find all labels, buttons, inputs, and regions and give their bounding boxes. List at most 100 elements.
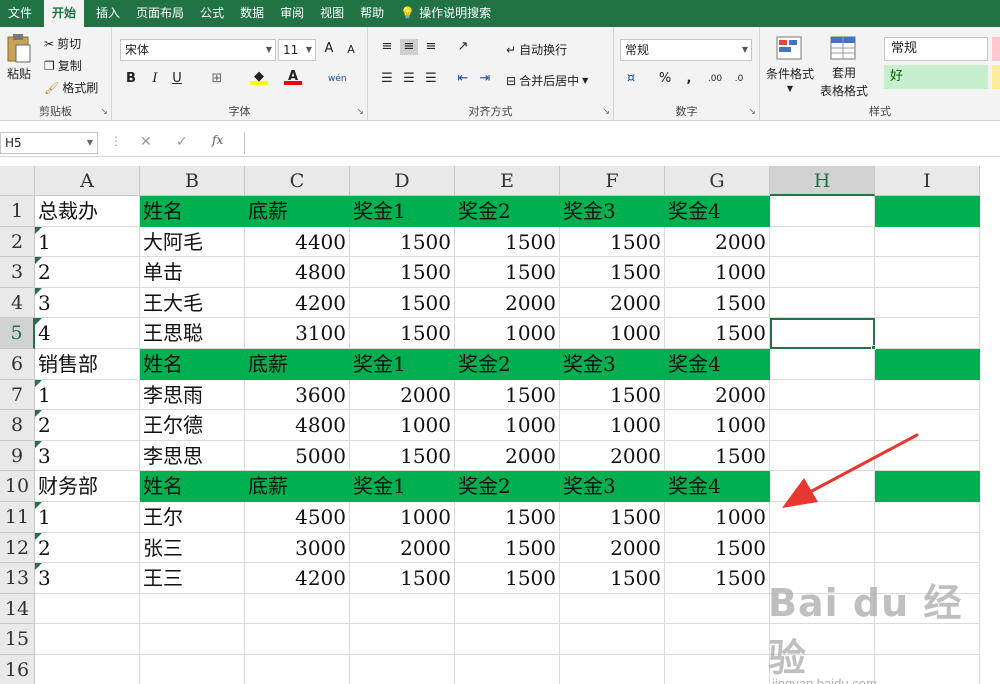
cell-G5[interactable]: 1500 — [665, 318, 770, 349]
cell-A12[interactable]: 2 — [35, 532, 140, 564]
wrap-text-button[interactable]: ↵ 自动换行 — [506, 41, 567, 58]
cell-C10[interactable]: 底薪 — [245, 471, 350, 502]
cell-H3[interactable] — [770, 257, 875, 288]
cell-E16[interactable] — [455, 655, 560, 684]
cell-G7[interactable]: 2000 — [665, 379, 770, 411]
cancel-icon[interactable]: ✕ — [140, 134, 152, 150]
style-good[interactable]: 好 — [884, 65, 988, 89]
column-header-H[interactable]: H — [770, 166, 875, 196]
cell-C6[interactable]: 底薪 — [245, 349, 350, 380]
alignment-launcher-icon[interactable]: ↘ — [602, 107, 610, 117]
row-header-5[interactable]: 5 — [0, 318, 35, 349]
cell-G14[interactable] — [665, 593, 770, 625]
cell-E14[interactable] — [455, 593, 560, 625]
cell-B3[interactable]: 单击 — [140, 257, 245, 288]
cell-G8[interactable]: 1000 — [665, 410, 770, 441]
row-header-12[interactable]: 12 — [0, 532, 35, 564]
cell-I4[interactable] — [875, 287, 980, 319]
orientation-icon[interactable]: ↗ — [454, 39, 472, 55]
percent-button[interactable]: % — [656, 71, 674, 87]
cell-F9[interactable]: 2000 — [560, 440, 665, 472]
ribbon-tab-5[interactable]: 数据 — [232, 0, 272, 27]
cell-C12[interactable]: 3000 — [245, 532, 350, 564]
cell-E4[interactable]: 2000 — [455, 287, 560, 319]
cell-A15[interactable] — [35, 624, 140, 655]
cell-B13[interactable]: 王三 — [140, 563, 245, 594]
italic-button[interactable]: I — [146, 71, 164, 87]
insert-function-button[interactable]: fx — [212, 133, 223, 147]
column-header-G[interactable]: G — [665, 166, 770, 196]
cell-F15[interactable] — [560, 624, 665, 655]
column-header-C[interactable]: C — [245, 166, 350, 196]
style-neutral-swatch[interactable] — [992, 65, 1000, 89]
bold-button[interactable]: B — [122, 71, 140, 87]
style-normal[interactable]: 常规 — [884, 37, 988, 61]
row-header-10[interactable]: 10 — [0, 471, 35, 502]
cell-H4[interactable] — [770, 287, 875, 319]
cell-G2[interactable]: 2000 — [665, 226, 770, 258]
ribbon-tab-9[interactable]: 💡 操作说明搜索 — [392, 0, 499, 27]
select-all-corner[interactable] — [0, 166, 35, 196]
column-header-E[interactable]: E — [455, 166, 560, 196]
cell-F5[interactable]: 1000 — [560, 318, 665, 349]
column-header-F[interactable]: F — [560, 166, 665, 196]
cell-H7[interactable] — [770, 379, 875, 411]
number-format-select[interactable]: 常规 ▼ — [620, 39, 752, 61]
align-top-icon[interactable]: ≡ — [378, 39, 396, 55]
align-right-icon[interactable]: ☰ — [422, 71, 440, 87]
cell-E5[interactable]: 1000 — [455, 318, 560, 349]
cell-C16[interactable] — [245, 655, 350, 684]
conditional-formatting-button[interactable]: 条件格式 ▼ — [766, 35, 814, 93]
cell-A3[interactable]: 2 — [35, 257, 140, 288]
cell-C11[interactable]: 4500 — [245, 502, 350, 533]
cell-H5[interactable] — [770, 318, 875, 349]
cell-D8[interactable]: 1000 — [350, 410, 455, 441]
row-header-13[interactable]: 13 — [0, 563, 35, 594]
row-header-4[interactable]: 4 — [0, 287, 35, 319]
ribbon-tab-6[interactable]: 审阅 — [272, 0, 312, 27]
cell-D11[interactable]: 1000 — [350, 502, 455, 533]
row-header-11[interactable]: 11 — [0, 502, 35, 533]
grow-font-button[interactable]: A — [320, 41, 338, 57]
cell-B16[interactable] — [140, 655, 245, 684]
cell-C7[interactable]: 3600 — [245, 379, 350, 411]
cell-B8[interactable]: 王尔德 — [140, 410, 245, 441]
clipboard-launcher-icon[interactable]: ↘ — [100, 107, 108, 117]
cell-B6[interactable]: 姓名 — [140, 349, 245, 380]
cell-D14[interactable] — [350, 593, 455, 625]
merge-center-button[interactable]: ⊟ 合并后居中 ▼ — [506, 72, 588, 89]
cell-B14[interactable] — [140, 593, 245, 625]
cell-A14[interactable] — [35, 593, 140, 625]
row-header-15[interactable]: 15 — [0, 624, 35, 655]
ribbon-tab-7[interactable]: 视图 — [312, 0, 352, 27]
cell-D10[interactable]: 奖金1 — [350, 471, 455, 502]
cell-F8[interactable]: 1000 — [560, 410, 665, 441]
cell-D6[interactable]: 奖金1 — [350, 349, 455, 380]
cell-D13[interactable]: 1500 — [350, 563, 455, 594]
cell-C8[interactable]: 4800 — [245, 410, 350, 441]
cell-E15[interactable] — [455, 624, 560, 655]
column-header-A[interactable]: A — [35, 166, 140, 196]
cell-F3[interactable]: 1500 — [560, 257, 665, 288]
cell-B2[interactable]: 大阿毛 — [140, 226, 245, 258]
cell-F12[interactable]: 2000 — [560, 532, 665, 564]
row-header-1[interactable]: 1 — [0, 196, 35, 227]
cell-C15[interactable] — [245, 624, 350, 655]
cell-G11[interactable]: 1000 — [665, 502, 770, 533]
cell-A11[interactable]: 1 — [35, 502, 140, 533]
cell-G9[interactable]: 1500 — [665, 440, 770, 472]
phonetic-guide-button[interactable]: wén — [328, 71, 347, 87]
cell-D15[interactable] — [350, 624, 455, 655]
copy-button[interactable]: ❐ 复制 — [44, 57, 82, 74]
cell-D2[interactable]: 1500 — [350, 226, 455, 258]
cut-button[interactable]: ✂ 剪切 — [44, 35, 81, 52]
cell-D9[interactable]: 1500 — [350, 440, 455, 472]
align-left-icon[interactable]: ☰ — [378, 71, 396, 87]
cell-D5[interactable]: 1500 — [350, 318, 455, 349]
cell-D1[interactable]: 奖金1 — [350, 196, 455, 227]
cell-A4[interactable]: 3 — [35, 287, 140, 319]
cell-F11[interactable]: 1500 — [560, 502, 665, 533]
cell-D4[interactable]: 1500 — [350, 287, 455, 319]
row-header-7[interactable]: 7 — [0, 379, 35, 411]
cell-B12[interactable]: 张三 — [140, 532, 245, 564]
